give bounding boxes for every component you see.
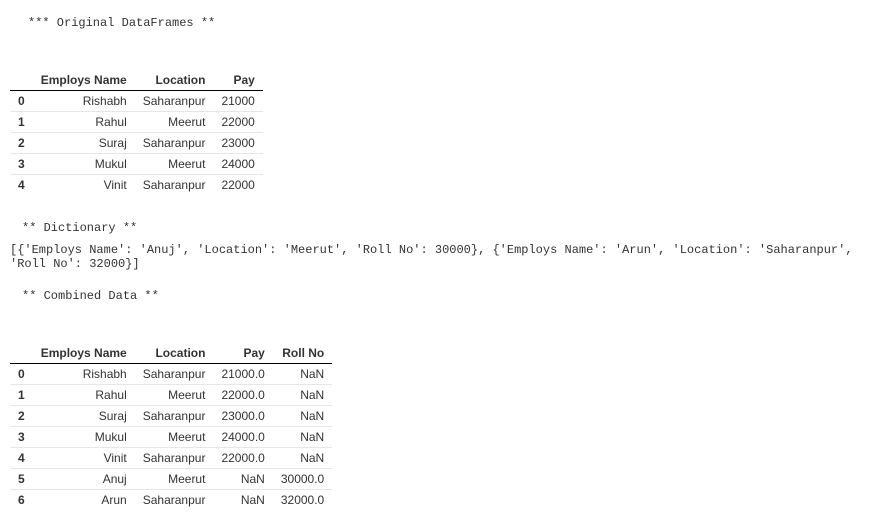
col-pay: Pay <box>213 70 262 91</box>
table-row: 2 Suraj Saharanpur 23000.0 NaN <box>10 406 332 427</box>
cell-pay: 24000 <box>213 154 262 175</box>
cell-location: Meerut <box>135 112 214 133</box>
combined-dataframe-table: Employs Name Location Pay Roll No 0 Rish… <box>10 343 332 510</box>
table-row: 4 Vinit Saharanpur 22000.0 NaN <box>10 448 332 469</box>
table-header-row: Employs Name Location Pay Roll No <box>10 343 332 364</box>
table-row: 2 Suraj Saharanpur 23000 <box>10 133 263 154</box>
cell-name: Arun <box>33 490 135 511</box>
col-location: Location <box>135 70 214 91</box>
cell-name: Rahul <box>33 385 135 406</box>
cell-location: Meerut <box>135 427 214 448</box>
col-index <box>10 343 33 364</box>
cell-index: 3 <box>10 427 33 448</box>
cell-pay: 21000 <box>213 91 262 112</box>
cell-rollno: NaN <box>273 406 332 427</box>
cell-index: 1 <box>10 112 33 133</box>
cell-pay: 23000.0 <box>213 406 272 427</box>
cell-index: 5 <box>10 469 33 490</box>
cell-location: Saharanpur <box>135 490 214 511</box>
cell-location: Saharanpur <box>135 175 214 196</box>
cell-index: 2 <box>10 133 33 154</box>
cell-name: Rishabh <box>33 91 135 112</box>
table-header-row: Employs Name Location Pay <box>10 70 263 91</box>
cell-pay: 21000.0 <box>213 364 272 385</box>
cell-name: Suraj <box>33 406 135 427</box>
cell-index: 6 <box>10 490 33 511</box>
cell-index: 0 <box>10 91 33 112</box>
cell-index: 1 <box>10 385 33 406</box>
cell-index: 3 <box>10 154 33 175</box>
cell-location: Saharanpur <box>135 91 214 112</box>
dictionary-output: [{'Employs Name': 'Anuj', 'Location': 'M… <box>10 243 885 271</box>
cell-name: Anuj <box>33 469 135 490</box>
cell-rollno: 32000.0 <box>273 490 332 511</box>
heading-original: *** Original DataFrames ** <box>28 16 885 30</box>
cell-rollno: NaN <box>273 385 332 406</box>
cell-name: Rishabh <box>33 364 135 385</box>
cell-pay: 22000 <box>213 175 262 196</box>
table-row: 4 Vinit Saharanpur 22000 <box>10 175 263 196</box>
cell-name: Rahul <box>33 112 135 133</box>
cell-name: Mukul <box>33 427 135 448</box>
cell-index: 4 <box>10 448 33 469</box>
cell-pay: 22000.0 <box>213 385 272 406</box>
cell-pay: 23000 <box>213 133 262 154</box>
cell-index: 2 <box>10 406 33 427</box>
cell-location: Saharanpur <box>135 448 214 469</box>
cell-location: Saharanpur <box>135 133 214 154</box>
cell-location: Meerut <box>135 154 214 175</box>
col-index <box>10 70 33 91</box>
col-roll-no: Roll No <box>273 343 332 364</box>
table-row: 3 Mukul Meerut 24000 <box>10 154 263 175</box>
col-pay: Pay <box>213 343 272 364</box>
cell-pay: 24000.0 <box>213 427 272 448</box>
cell-pay: 22000.0 <box>213 448 272 469</box>
cell-rollno: NaN <box>273 364 332 385</box>
table-row: 5 Anuj Meerut NaN 30000.0 <box>10 469 332 490</box>
cell-location: Saharanpur <box>135 406 214 427</box>
table-row: 3 Mukul Meerut 24000.0 NaN <box>10 427 332 448</box>
cell-name: Vinit <box>33 448 135 469</box>
heading-combined: ** Combined Data ** <box>22 289 885 303</box>
cell-name: Suraj <box>33 133 135 154</box>
cell-name: Vinit <box>33 175 135 196</box>
cell-pay: 22000 <box>213 112 262 133</box>
cell-name: Mukul <box>33 154 135 175</box>
cell-pay: NaN <box>213 490 272 511</box>
table-row: 1 Rahul Meerut 22000 <box>10 112 263 133</box>
table-row: 1 Rahul Meerut 22000.0 NaN <box>10 385 332 406</box>
cell-index: 4 <box>10 175 33 196</box>
cell-location: Meerut <box>135 469 214 490</box>
cell-rollno: NaN <box>273 427 332 448</box>
table-row: 0 Rishabh Saharanpur 21000 <box>10 91 263 112</box>
col-employs-name: Employs Name <box>33 343 135 364</box>
table-row: 6 Arun Saharanpur NaN 32000.0 <box>10 490 332 511</box>
original-dataframe-table: Employs Name Location Pay 0 Rishabh Saha… <box>10 70 263 195</box>
cell-rollno: 30000.0 <box>273 469 332 490</box>
cell-pay: NaN <box>213 469 272 490</box>
col-location: Location <box>135 343 214 364</box>
col-employs-name: Employs Name <box>33 70 135 91</box>
cell-rollno: NaN <box>273 448 332 469</box>
table-row: 0 Rishabh Saharanpur 21000.0 NaN <box>10 364 332 385</box>
cell-location: Meerut <box>135 385 214 406</box>
cell-location: Saharanpur <box>135 364 214 385</box>
cell-index: 0 <box>10 364 33 385</box>
heading-dictionary: ** Dictionary ** <box>22 221 885 235</box>
